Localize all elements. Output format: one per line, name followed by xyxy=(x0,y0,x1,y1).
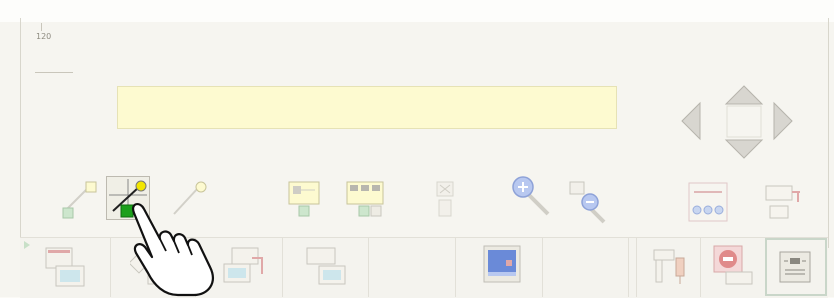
right-divider xyxy=(828,18,829,248)
zoom-in-button[interactable] xyxy=(510,172,550,216)
monitor-button[interactable] xyxy=(482,244,522,284)
counter-underline xyxy=(35,72,73,73)
panel-button[interactable] xyxy=(776,248,816,288)
layout-b-button[interactable] xyxy=(345,180,385,220)
separator xyxy=(628,237,629,297)
separator xyxy=(455,237,456,297)
counter-box: 120 xyxy=(25,20,74,76)
delete-icon xyxy=(436,181,454,217)
nav-center xyxy=(726,105,762,138)
panel-icon xyxy=(779,251,811,283)
window-3-button[interactable] xyxy=(222,246,263,286)
export-icon xyxy=(765,185,800,219)
separator xyxy=(542,237,543,297)
hand-cursor-icon xyxy=(132,203,214,297)
separator xyxy=(282,237,283,297)
zoom-in-icon xyxy=(512,176,550,216)
connector-button[interactable] xyxy=(652,248,692,288)
separator xyxy=(700,237,701,297)
app-window: 120 xyxy=(0,0,834,298)
arrow-down-icon[interactable] xyxy=(724,139,764,159)
arrow-up-icon[interactable] xyxy=(724,85,764,105)
navigation-pad xyxy=(681,85,793,159)
window-4-button[interactable] xyxy=(305,246,346,286)
zoom-out-button[interactable] xyxy=(568,180,608,224)
window-1-button[interactable] xyxy=(44,246,85,287)
line-draw-icon xyxy=(62,181,97,219)
stop-icon xyxy=(713,245,753,285)
counter-value: 120 xyxy=(36,32,52,41)
window-icon xyxy=(306,247,346,285)
connector-icon xyxy=(653,249,685,284)
arrow-right-icon[interactable] xyxy=(773,101,793,141)
top-edge xyxy=(0,0,834,22)
window-icon xyxy=(223,247,263,283)
delete-button[interactable] xyxy=(425,180,465,220)
arrow-left-icon[interactable] xyxy=(681,101,701,141)
zoom-out-icon xyxy=(569,181,606,224)
layout-grid-icon xyxy=(346,181,384,217)
network-icon xyxy=(688,182,728,222)
play-icon[interactable] xyxy=(24,241,30,249)
stop-button[interactable] xyxy=(712,244,753,285)
layout-a-button[interactable] xyxy=(285,180,325,220)
message-bar xyxy=(117,86,617,129)
separator xyxy=(368,237,369,297)
counter-tick xyxy=(41,23,42,31)
draw-line-button[interactable] xyxy=(62,180,102,220)
layout-icon xyxy=(288,181,320,217)
monitor-icon xyxy=(483,245,521,283)
window-icon xyxy=(45,247,85,287)
export-button[interactable] xyxy=(762,182,802,222)
network-button[interactable] xyxy=(688,182,728,222)
separator xyxy=(636,237,637,297)
